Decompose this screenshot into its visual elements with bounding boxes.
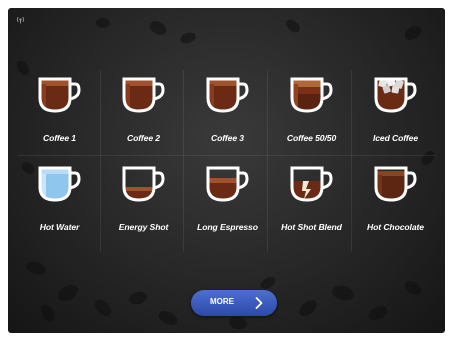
drink-tile-coffee-1[interactable]: Coffee 1 — [18, 66, 101, 155]
energy-shot-cup-icon — [122, 166, 165, 202]
drink-tile-energy-shot[interactable]: Energy Shot — [102, 155, 185, 244]
drink-label: Hot Chocolate — [367, 222, 424, 232]
drink-label: Iced Coffee — [372, 133, 419, 143]
drink-label: Coffee 2 — [127, 133, 160, 143]
drink-tile-hot-water[interactable]: Hot Water — [18, 155, 101, 244]
drink-label: Coffee 3 — [211, 133, 244, 143]
drink-tile-coffee-2[interactable]: Coffee 2 — [102, 66, 185, 155]
drink-label: Long Espresso — [197, 222, 258, 232]
more-button[interactable]: MORE — [191, 290, 277, 316]
drink-tile-coffee-50-50[interactable]: Coffee 50/50 — [270, 66, 353, 155]
drink-label: Energy Shot — [118, 222, 169, 232]
coffee-cup-icon — [206, 77, 249, 113]
espresso-cup-icon — [206, 166, 249, 202]
drink-label: Hot Shot Blend — [281, 222, 342, 232]
more-button-label: MORE — [210, 297, 234, 306]
drink-label: Coffee 1 — [43, 133, 76, 143]
coffee-cup-icon — [122, 77, 165, 113]
drink-tile-coffee-3[interactable]: Coffee 3 — [186, 66, 269, 155]
coffee-cup-icon — [38, 77, 81, 113]
wifi-signal-icon — [16, 15, 25, 26]
water-cup-icon — [38, 166, 81, 202]
half-coffee-cup-icon — [290, 77, 333, 113]
blend-cup-icon — [290, 166, 333, 202]
drink-label: Hot Water — [39, 222, 80, 232]
drink-label: Coffee 50/50 — [286, 133, 337, 143]
drink-grid: Coffee 1 Coffee 2 Coffee 3 Coffee 50/50 … — [18, 66, 436, 256]
drink-tile-hot-shot-blend[interactable]: Hot Shot Blend — [270, 155, 353, 244]
drink-tile-hot-chocolate[interactable]: Hot Chocolate — [354, 155, 437, 244]
chevron-right-icon — [255, 297, 263, 309]
machine-screen: Coffee 1 Coffee 2 Coffee 3 Coffee 50/50 … — [8, 8, 445, 333]
drink-tile-long-espresso[interactable]: Long Espresso — [186, 155, 269, 244]
iced-coffee-cup-icon — [374, 77, 417, 113]
drink-tile-iced-coffee[interactable]: Iced Coffee — [354, 66, 437, 155]
chocolate-cup-icon — [374, 166, 417, 202]
